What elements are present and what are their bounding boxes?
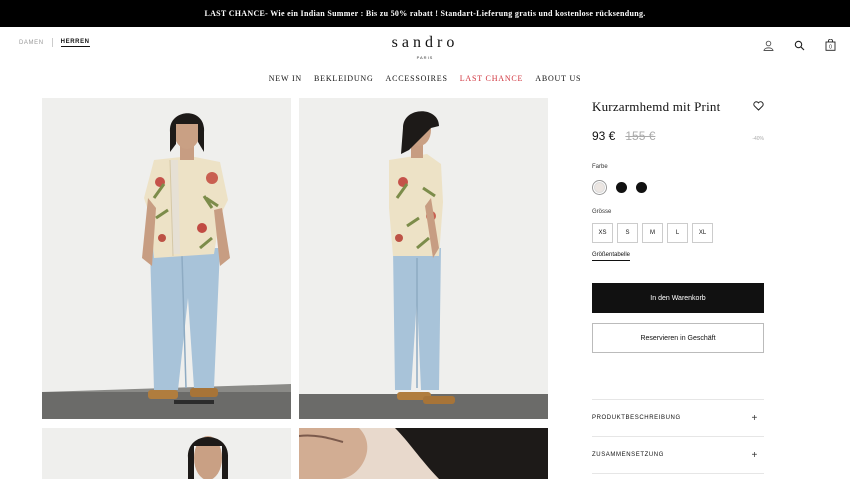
price-row: 93 € 155 € -40% [592, 129, 764, 143]
size-m[interactable]: M [642, 223, 663, 243]
product-accordion: PRODUKTBESCHREIBUNG + ZUSAMMENSETZUNG + [592, 399, 764, 474]
color-swatch-black-1[interactable] [616, 182, 627, 193]
accordion-composition-label: ZUSAMMENSETZUNG [592, 452, 664, 458]
product-image-front[interactable] [42, 98, 291, 419]
color-swatch-black-2[interactable] [636, 182, 647, 193]
plus-icon: + [751, 412, 758, 424]
size-s[interactable]: S [617, 223, 638, 243]
product-info: Kurzarmhemd mit Print 93 € 155 € -40% Fa… [592, 98, 764, 474]
account-icon[interactable] [761, 38, 775, 52]
reserve-in-store-button[interactable]: Reservieren in Geschäft [592, 323, 764, 353]
brand-logo[interactable]: sandro PARIS [0, 34, 850, 60]
size-options: XS S M L XL [592, 223, 764, 243]
add-to-cart-button[interactable]: In den Warenkorb [592, 283, 764, 313]
color-label: Farbe [592, 164, 608, 170]
search-icon[interactable] [792, 38, 806, 52]
wishlist-heart-icon[interactable] [753, 98, 764, 116]
nav-accessoires[interactable]: ACCESSOIRES [386, 74, 448, 83]
size-l[interactable]: L [667, 223, 688, 243]
size-label: Grösse [592, 209, 612, 215]
size-xs[interactable]: XS [592, 223, 613, 243]
product-title: Kurzarmhemd mit Print [592, 99, 721, 114]
brand-name: sandro [391, 34, 459, 51]
brand-sub: PARIS [416, 55, 434, 60]
nav-new-in[interactable]: NEW IN [269, 74, 302, 83]
size-chart-link[interactable]: Größentabelle [592, 252, 631, 261]
accordion-description[interactable]: PRODUKTBESCHREIBUNG + [592, 400, 764, 437]
main-nav: NEW IN BEKLEIDUNG ACCESSOIRES LAST CHANC… [0, 74, 850, 83]
accordion-composition[interactable]: ZUSAMMENSETZUNG + [592, 437, 764, 474]
bag-icon[interactable]: 0 [823, 38, 837, 52]
color-swatch-selected[interactable] [592, 180, 607, 195]
product-image-closeup[interactable] [299, 428, 548, 479]
promo-banner[interactable]: LAST CHANCE- Wie ein Indian Summer : Bis… [0, 0, 850, 27]
nav-bekleidung[interactable]: BEKLEIDUNG [314, 74, 374, 83]
product-image-portrait[interactable] [42, 428, 291, 479]
accordion-description-label: PRODUKTBESCHREIBUNG [592, 415, 681, 421]
header-icons: 0 [761, 38, 837, 52]
plus-icon: + [751, 449, 758, 461]
cart-count: 0 [829, 45, 832, 51]
old-price: 155 € [625, 129, 656, 143]
discount-badge: -40% [752, 136, 764, 142]
color-swatches [592, 180, 764, 195]
size-xl[interactable]: XL [692, 223, 713, 243]
nav-last-chance[interactable]: LAST CHANCE [460, 74, 524, 83]
product-image-side[interactable] [299, 98, 548, 419]
current-price: 93 € [592, 129, 616, 143]
nav-about-us[interactable]: ABOUT US [535, 74, 581, 83]
